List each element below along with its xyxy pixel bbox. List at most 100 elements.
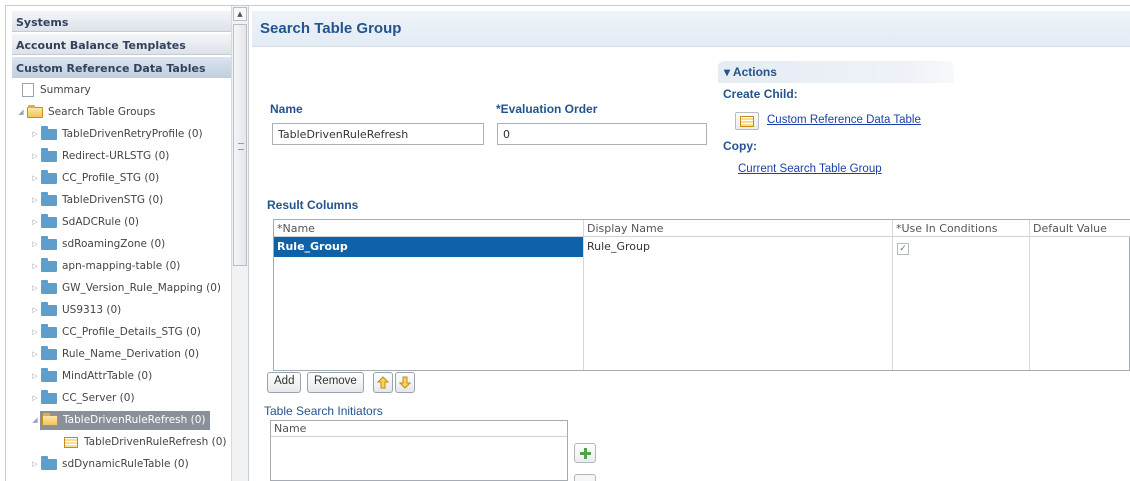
tree-item-selected[interactable]: ◢ TableDrivenRuleRefresh (0) — [30, 410, 210, 430]
folder-icon — [41, 125, 57, 140]
tree-item-label: SdADCRule (0) — [62, 216, 139, 228]
column-header-use-in-conditions[interactable]: *Use In Conditions — [893, 220, 1030, 237]
folder-icon — [41, 257, 57, 272]
tree-item-label: Rule_Name_Derivation (0) — [62, 348, 200, 360]
folder-icon — [41, 235, 57, 250]
actions-header[interactable]: ▾ Actions — [718, 61, 954, 83]
column-header-name[interactable]: *Name — [274, 220, 584, 237]
add-button[interactable]: Add — [267, 372, 302, 393]
expand-triangle-icon[interactable]: ▷ — [30, 372, 40, 380]
tree-item-label: Summary — [40, 84, 91, 96]
remove-initiator-button[interactable] — [574, 474, 596, 481]
tree-item[interactable]: ▷ CC_Profile_Details_STG (0) — [30, 322, 201, 342]
accordion-account-balance-templates[interactable]: Account Balance Templates — [12, 34, 233, 55]
add-initiator-button[interactable] — [574, 443, 596, 463]
accordion-systems[interactable]: Systems — [12, 11, 233, 32]
table-icon — [740, 115, 754, 127]
open-folder-icon — [27, 104, 43, 118]
tree-item-label: Redirect-URLSTG (0) — [62, 150, 170, 162]
expand-triangle-icon[interactable]: ▷ — [30, 328, 40, 336]
folder-icon — [41, 169, 57, 184]
expand-triangle-icon[interactable]: ▷ — [30, 174, 40, 182]
accordion-custom-reference-data-tables[interactable]: Custom Reference Data Tables — [12, 57, 233, 78]
tree-item[interactable]: ▷ sdRoamingZone (0) — [30, 234, 165, 254]
result-columns-label: Result Columns — [267, 198, 359, 212]
collapse-triangle-icon[interactable]: ◢ — [30, 416, 40, 424]
evaluation-order-field[interactable] — [497, 123, 707, 145]
open-folder-icon — [42, 412, 58, 426]
tree-item-label: TableDrivenRuleRefresh (0) — [84, 436, 227, 448]
expand-triangle-icon[interactable]: ▷ — [30, 152, 40, 160]
tree-item[interactable]: ▷ SdADCRule (0) — [30, 212, 139, 232]
column-header-display-name[interactable]: Display Name — [584, 220, 893, 237]
expand-triangle-icon[interactable]: ▷ — [30, 262, 40, 270]
grip-icon — [238, 143, 244, 150]
folder-icon — [41, 345, 57, 360]
expand-triangle-icon[interactable]: ▷ — [30, 394, 40, 402]
tree-item-label: sdDynamicRuleTable (0) — [62, 458, 189, 470]
folder-icon — [41, 455, 57, 470]
expand-triangle-icon[interactable]: ▷ — [30, 130, 40, 138]
collapse-triangle-icon[interactable]: ◢ — [16, 108, 26, 116]
use-in-conditions-checkbox[interactable]: ✓ — [897, 243, 909, 255]
main-panel: Search Table Group ▾ Actions Create Chil… — [252, 6, 1130, 481]
folder-icon — [41, 213, 57, 228]
move-down-button[interactable] — [395, 372, 415, 393]
tree-item[interactable]: ▷ TableDrivenSTG (0) — [30, 190, 163, 210]
table-search-initiators-label: Table Search Initiators — [264, 404, 383, 418]
expand-triangle-icon[interactable]: ▷ — [30, 350, 40, 358]
arrow-down-icon — [399, 376, 411, 389]
tree-item[interactable]: ▷ Rule_Name_Derivation (0) — [30, 344, 199, 364]
tree-item[interactable]: ▷ Redirect-URLSTG (0) — [30, 146, 169, 166]
remove-button[interactable]: Remove — [307, 372, 364, 393]
current-search-table-group-link[interactable]: Current Search Table Group — [738, 163, 882, 175]
tree-item-table[interactable]: TableDrivenRuleRefresh (0) — [64, 432, 227, 452]
tree-item-label: sdRoamingZone (0) — [62, 238, 166, 250]
tree-item-label: TableDrivenRuleRefresh (0) — [63, 414, 206, 426]
folder-icon — [41, 279, 57, 294]
column-header-name[interactable]: Name — [271, 421, 567, 437]
tree-item[interactable]: ▷ apn-mapping-table (0) — [30, 256, 180, 276]
table-cell-default-value[interactable] — [1030, 237, 1130, 257]
tree-item[interactable]: ▷ GW_Version_Rule_Mapping (0) — [30, 278, 221, 298]
tree-item[interactable]: ▷ TableDrivenRetryProfile (0) — [30, 124, 203, 144]
name-field[interactable] — [272, 123, 484, 145]
copy-label: Copy: — [723, 139, 757, 153]
tree-item[interactable]: ▷ MindAttrTable (0) — [30, 366, 152, 386]
expand-triangle-icon[interactable]: ▷ — [30, 284, 40, 292]
tree-item-search-table-groups[interactable]: ◢ Search Table Groups — [16, 102, 155, 122]
table-icon-button[interactable] — [735, 112, 759, 130]
move-up-button[interactable] — [373, 372, 393, 393]
navigation-panel: Systems Account Balance Templates Custom… — [6, 6, 249, 481]
tree-item[interactable]: ▷ sdDynamicRuleTable (0) — [30, 454, 189, 474]
table-cell-name[interactable]: Rule_Group — [274, 237, 583, 257]
tree-item-label: TableDrivenSTG (0) — [62, 194, 164, 206]
tree-item[interactable]: ▷ CC_Server (0) — [30, 388, 135, 408]
tree-item-summary[interactable]: Summary — [20, 80, 91, 100]
expand-triangle-icon[interactable]: ▷ — [30, 240, 40, 248]
table-search-initiators-grid: Name — [270, 420, 568, 481]
expand-triangle-icon[interactable]: ▷ — [30, 218, 40, 226]
tree-item-label: CC_Profile_Details_STG (0) — [62, 326, 201, 338]
page-title: Search Table Group — [260, 20, 402, 37]
scrollbar-thumb[interactable] — [233, 24, 247, 266]
tree-item-label: TableDrivenRetryProfile (0) — [62, 128, 203, 140]
tree-item-label: apn-mapping-table (0) — [62, 260, 181, 272]
custom-reference-data-table-link[interactable]: Custom Reference Data Table — [767, 114, 921, 126]
column-header-default-value[interactable]: Default Value — [1030, 220, 1130, 237]
expand-triangle-icon[interactable]: ▷ — [30, 460, 40, 468]
tree-item[interactable]: ▷ CC_Profile_STG (0) — [30, 168, 159, 188]
tree-item[interactable]: ▷ US9313 (0) — [30, 300, 121, 320]
expand-triangle-icon[interactable]: ▷ — [30, 196, 40, 204]
tree-item-label: MindAttrTable (0) — [62, 370, 153, 382]
name-label: Name — [270, 102, 303, 116]
scroll-up-icon[interactable]: ▲ — [233, 7, 247, 21]
folder-icon — [41, 191, 57, 206]
folder-icon — [41, 301, 57, 316]
sidebar-scrollbar[interactable]: ▲ — [231, 6, 248, 481]
expand-triangle-icon[interactable]: ▷ — [30, 306, 40, 314]
table-cell-display-name[interactable]: Rule_Group — [584, 237, 892, 257]
column-divider — [892, 220, 893, 370]
selected-tree-item[interactable]: TableDrivenRuleRefresh (0) — [40, 410, 210, 430]
title-bar: Search Table Group — [252, 11, 1130, 47]
